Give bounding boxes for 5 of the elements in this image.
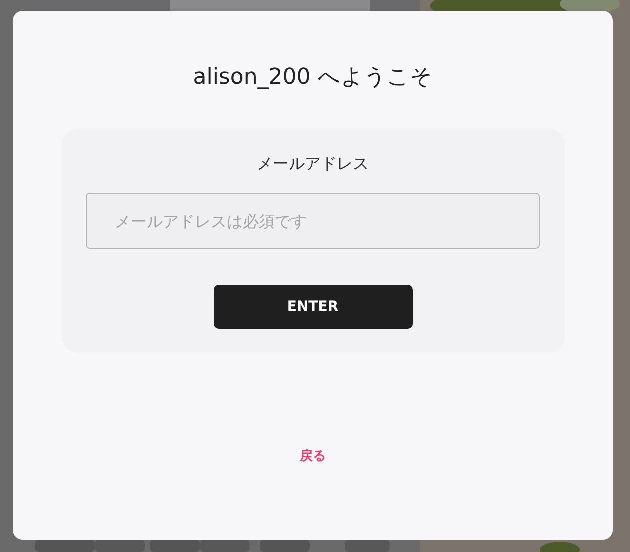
enter-button[interactable]: ENTER bbox=[214, 285, 412, 329]
back-link[interactable]: 戻る bbox=[300, 447, 326, 466]
email-label: メールアドレス bbox=[257, 153, 369, 175]
email-field[interactable]: メールアドレスは必須です bbox=[86, 193, 540, 249]
dialog-title: alison_200 へようこそ bbox=[193, 64, 433, 92]
